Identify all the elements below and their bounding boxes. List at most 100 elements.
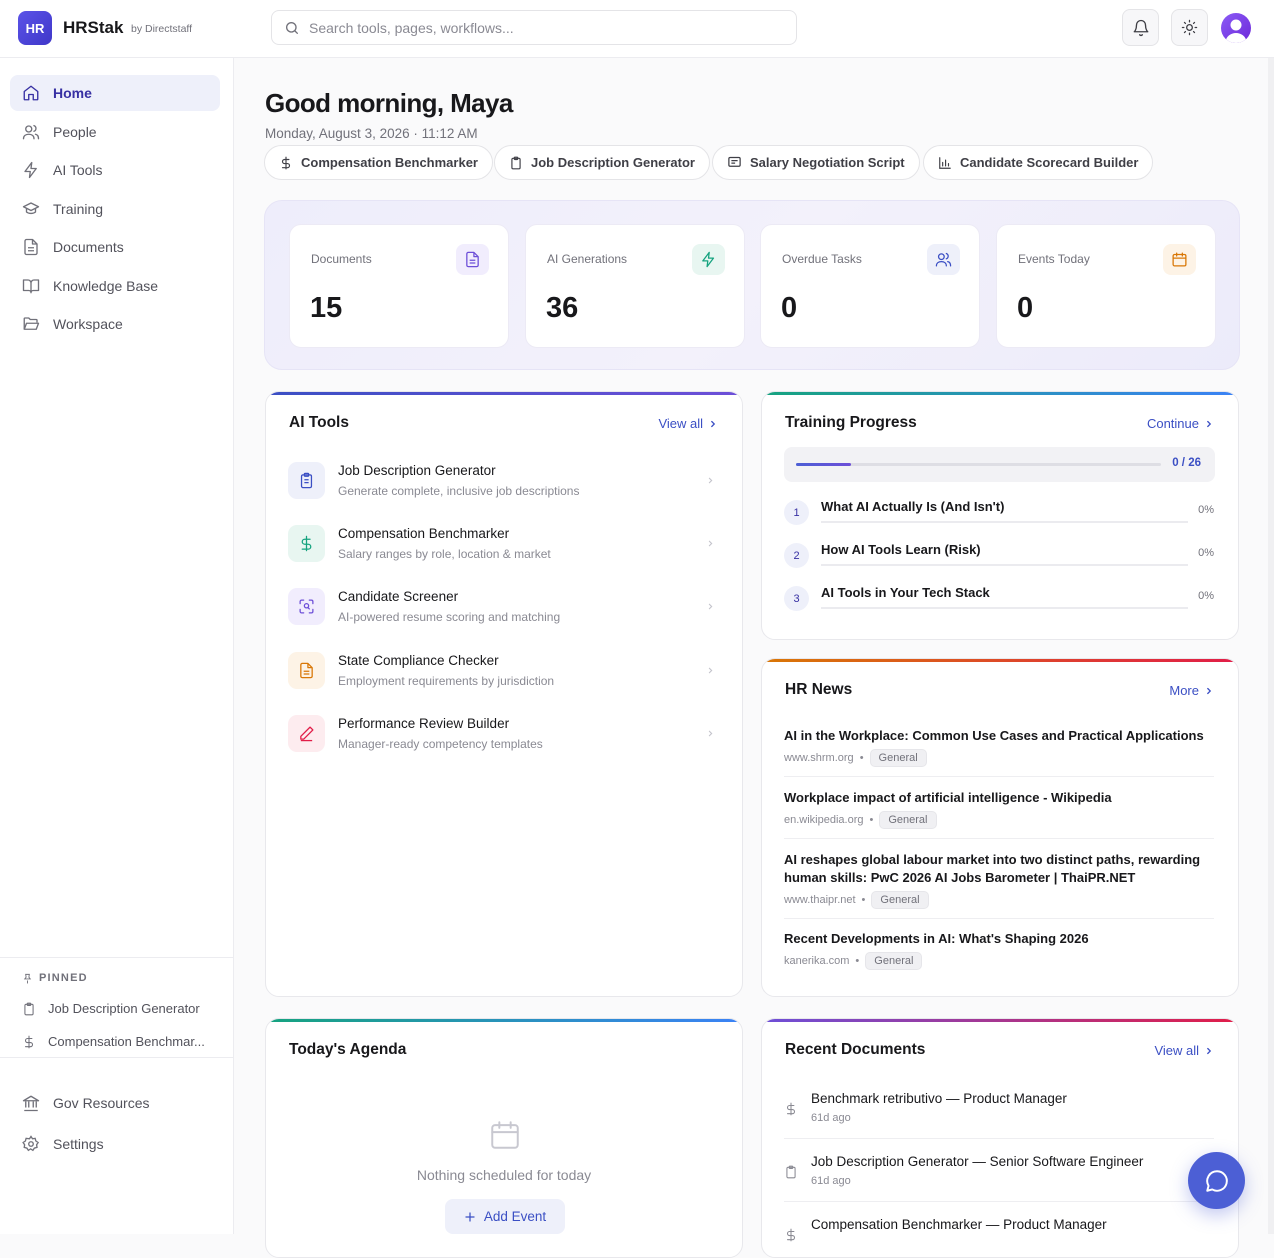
sidebar-item-training[interactable]: Training — [10, 191, 220, 227]
search-input[interactable] — [309, 19, 769, 36]
tool-item-job-description-generator[interactable]: Job Description Generator Generate compl… — [288, 460, 720, 512]
link-label: More — [1169, 683, 1199, 698]
dollar-icon — [22, 1035, 36, 1049]
news-item[interactable]: AI in the Workplace: Common Use Cases an… — [784, 727, 1214, 767]
sidebar-item-home[interactable]: Home — [10, 75, 220, 111]
more-link[interactable]: More — [1169, 683, 1214, 698]
stat-label: AI Generations — [547, 252, 628, 266]
document-item[interactable]: Job Description Generator — Senior Softw… — [784, 1154, 1214, 1206]
stat-card-overdue-tasks[interactable]: Overdue Tasks 0 — [760, 224, 980, 348]
quick-action-candidate-scorecard-builder[interactable]: Candidate Scorecard Builder — [923, 145, 1154, 180]
sun-icon — [1181, 19, 1198, 36]
sidebar-item-ai-tools[interactable]: AI Tools — [10, 152, 220, 188]
tool-name: State Compliance Checker — [338, 653, 499, 668]
news-tag: General — [865, 952, 923, 970]
file-text-icon — [22, 238, 40, 256]
users-icon — [22, 123, 40, 141]
pinned-item-compensation[interactable]: Compensation Benchmar... — [22, 1034, 206, 1049]
document-title: Job Description Generator — Senior Softw… — [811, 1154, 1144, 1169]
clipboard-icon — [288, 462, 325, 499]
pinned-item-label: Job Description Generator — [48, 1001, 200, 1016]
sidebar-item-label: Workspace — [53, 316, 123, 332]
tool-item-state-compliance-checker[interactable]: State Compliance Checker Employment requ… — [288, 650, 720, 702]
sidebar-item-documents[interactable]: Documents — [10, 229, 220, 265]
dollar-icon — [784, 1102, 798, 1116]
news-item[interactable]: Workplace impact of artificial intellige… — [784, 789, 1214, 829]
link-label: Continue — [1146, 416, 1199, 431]
landmark-icon — [22, 1094, 40, 1112]
tool-description: Employment requirements by jurisdiction — [338, 674, 555, 688]
news-source: en.wikipedia.org — [784, 814, 864, 826]
lesson-title: AI Tools in Your Tech Stack — [821, 585, 990, 600]
stat-card-documents[interactable]: Documents 15 — [289, 224, 509, 348]
sidebar-item-label: Knowledge Base — [53, 278, 159, 294]
tool-item-candidate-screener[interactable]: Candidate Screener AI-powered resume sco… — [288, 586, 720, 638]
document-item[interactable]: Compensation Benchmarker — Product Manag… — [784, 1217, 1214, 1257]
view-all-link[interactable]: View all — [658, 416, 718, 431]
chevron-right-icon — [706, 476, 715, 485]
card-title: Training Progress — [785, 414, 917, 431]
lesson-percent: 0% — [1198, 547, 1214, 559]
pinned-item-job-description[interactable]: Job Description Generator — [22, 1001, 206, 1016]
news-source: www.shrm.org — [784, 752, 854, 764]
quick-action-salary-negotiation-script[interactable]: Salary Negotiation Script — [712, 145, 920, 180]
zap-icon — [692, 244, 725, 275]
stat-card-events-today[interactable]: Events Today 0 — [996, 224, 1216, 348]
zap-icon — [22, 161, 40, 179]
tool-item-compensation-benchmarker[interactable]: Compensation Benchmarker Salary ranges b… — [288, 523, 720, 575]
greeting-title: Good morning, Maya — [265, 88, 513, 118]
chevron-right-icon — [1204, 1046, 1214, 1056]
lesson-item[interactable]: 3 AI Tools in Your Tech Stack 0% — [784, 585, 1214, 615]
app-logo[interactable]: HR — [18, 11, 52, 45]
progress-fill — [796, 463, 851, 466]
news-divider — [784, 776, 1214, 777]
add-event-button[interactable]: Add Event — [445, 1199, 565, 1234]
news-item[interactable]: AI reshapes global labour market into tw… — [784, 851, 1214, 909]
search-box[interactable] — [271, 10, 797, 45]
file-text-icon — [288, 652, 325, 689]
chat-bubble-icon — [1204, 1168, 1230, 1194]
view-all-link[interactable]: View all — [1154, 1043, 1214, 1058]
chevron-right-icon — [708, 419, 718, 429]
quick-action-compensation-benchmarker[interactable]: Compensation Benchmarker — [264, 145, 493, 180]
card-accent-bar — [762, 1019, 1238, 1022]
news-item[interactable]: Recent Developments in AI: What's Shapin… — [784, 930, 1214, 970]
calendar-icon — [1163, 244, 1196, 275]
user-avatar[interactable] — [1221, 13, 1251, 43]
meta-dot: • — [859, 752, 864, 764]
ai-tools-card: AI Tools View all Job Description Genera… — [265, 391, 743, 997]
sidebar-item-settings[interactable]: Settings — [10, 1126, 220, 1162]
sidebar-item-label: Home — [53, 85, 92, 101]
notifications-button[interactable] — [1122, 9, 1159, 46]
stats-panel: Documents 15 AI Generations 36 Overdue T… — [264, 200, 1240, 370]
quick-action-job-description-generator[interactable]: Job Description Generator — [494, 145, 710, 180]
tool-item-performance-review-builder[interactable]: Performance Review Builder Manager-ready… — [288, 713, 720, 765]
stat-label: Events Today — [1018, 252, 1090, 266]
sidebar-item-gov-resources[interactable]: Gov Resources — [10, 1085, 220, 1121]
top-bar: HR HRStak by Directstaff — [0, 0, 1274, 58]
news-tag: General — [869, 749, 927, 767]
lesson-item[interactable]: 2 How AI Tools Learn (Risk) 0% — [784, 542, 1214, 572]
sidebar-item-label: AI Tools — [53, 162, 103, 178]
theme-toggle-button[interactable] — [1171, 9, 1208, 46]
agenda-card: Today's Agenda Nothing scheduled for tod… — [265, 1018, 743, 1258]
sidebar-item-label: Gov Resources — [53, 1095, 150, 1111]
quick-action-label: Job Description Generator — [531, 155, 695, 170]
scrollbar[interactable] — [1268, 58, 1274, 1234]
continue-link[interactable]: Continue — [1147, 416, 1214, 431]
card-title: Today's Agenda — [289, 1041, 407, 1058]
lesson-progress-bar — [821, 521, 1188, 523]
dollar-icon — [288, 525, 325, 562]
document-item[interactable]: Benchmark retributivo — Product Manager … — [784, 1091, 1214, 1143]
sidebar-item-knowledge-base[interactable]: Knowledge Base — [10, 268, 220, 304]
chat-assistant-button[interactable] — [1188, 1152, 1245, 1209]
lesson-number: 2 — [784, 543, 809, 568]
sidebar-item-people[interactable]: People — [10, 114, 220, 150]
lesson-item[interactable]: 1 What AI Actually Is (And Isn't) 0% — [784, 499, 1214, 529]
stat-card-ai-generations[interactable]: AI Generations 36 — [525, 224, 745, 348]
sidebar: Home People AI Tools Training Documents … — [0, 58, 234, 1234]
sidebar-item-workspace[interactable]: Workspace — [10, 306, 220, 342]
lesson-percent: 0% — [1198, 504, 1214, 516]
news-source: www.thaipr.net — [784, 894, 856, 906]
hr-news-card: HR News More AI in the Workplace: Common… — [761, 658, 1239, 997]
